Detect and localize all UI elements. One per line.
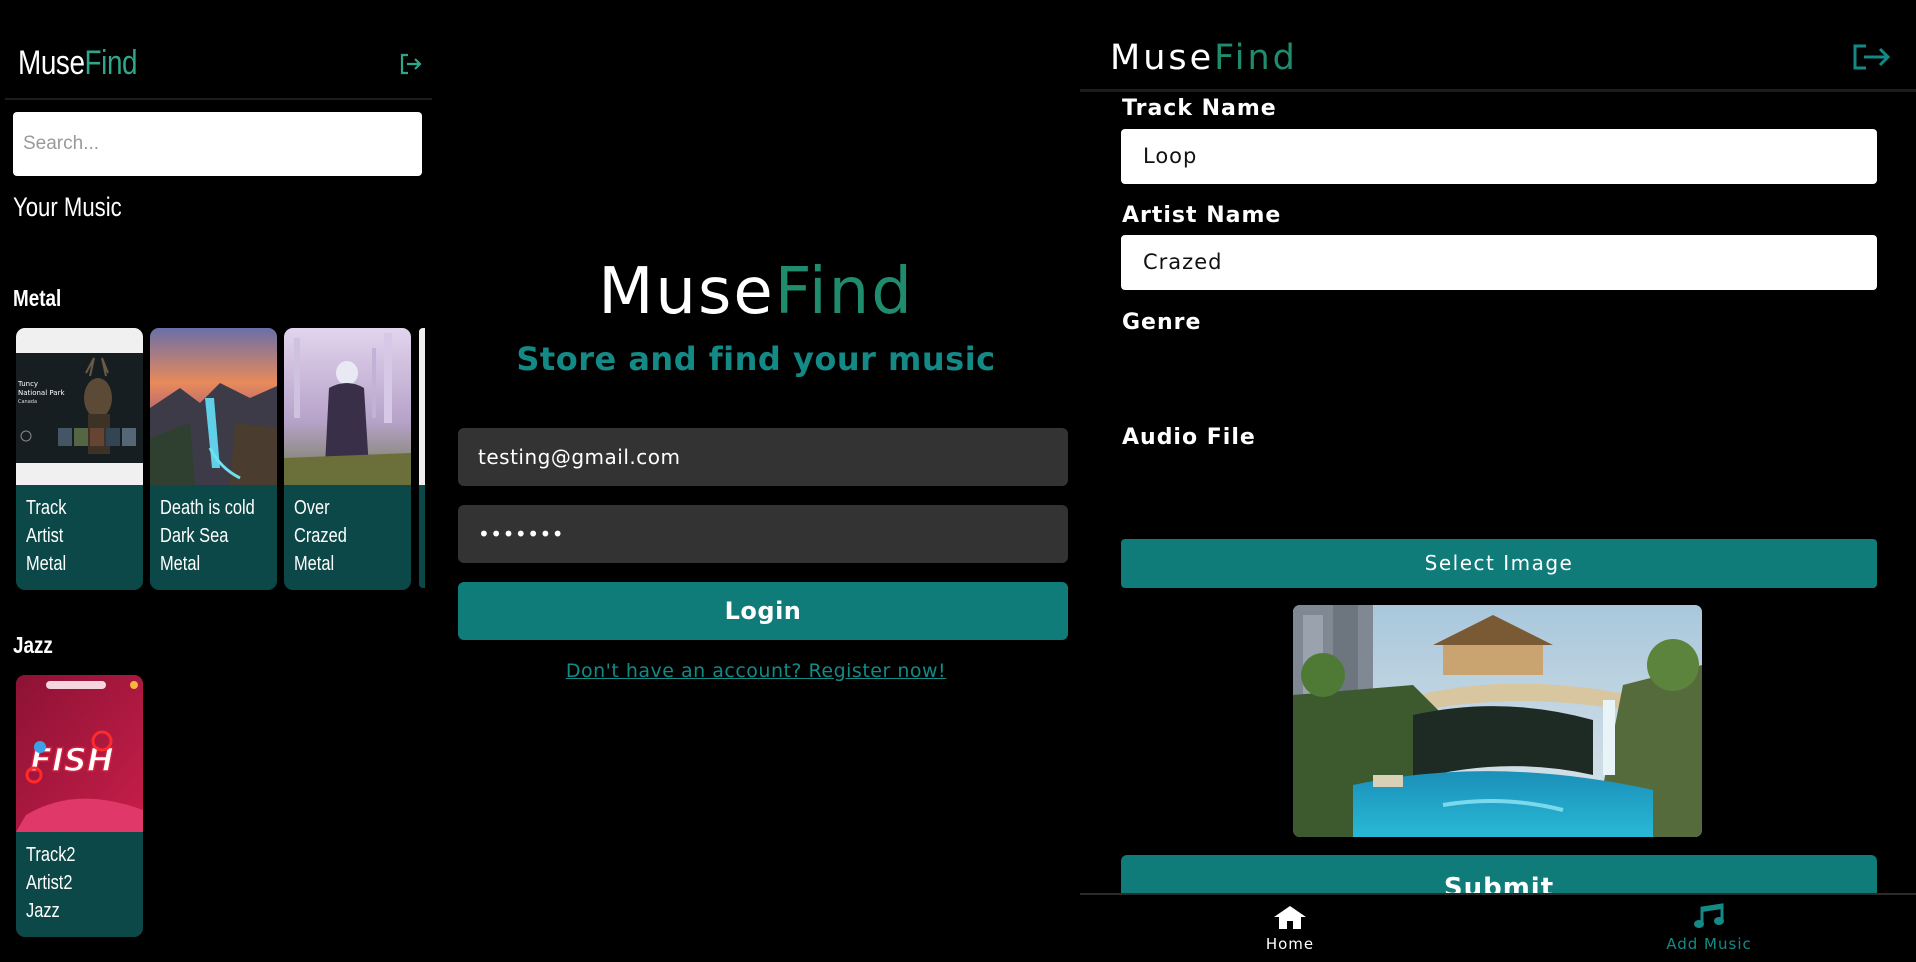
music-note-icon	[1694, 903, 1724, 928]
nav-add-music-label: Add Music	[1666, 935, 1752, 953]
logout-icon[interactable]	[1850, 42, 1894, 72]
track-name: Track2	[26, 844, 76, 866]
track-card[interactable]: FISH Track2 Artist2 Jazz	[16, 675, 143, 937]
section-title: Your Music	[13, 192, 122, 222]
track-card[interactable]: Death is cold Dark Sea Metal	[150, 328, 277, 590]
svg-text:Canada: Canada	[18, 399, 37, 405]
track-info: Death is cold Dark Sea Metal	[160, 494, 255, 578]
track-card[interactable]: Tuncy National Park Canada Track Artist …	[16, 328, 143, 590]
logout-icon[interactable]	[396, 50, 424, 78]
app-logo: MuseFind	[598, 255, 914, 329]
track-genre: Jazz	[26, 900, 60, 922]
header-divider	[5, 98, 432, 100]
artist-name-label: Artist Name	[1122, 203, 1282, 228]
track-genre: Metal	[26, 553, 67, 575]
track-name-label: Track Name	[1122, 96, 1277, 121]
track-name-input[interactable]: Loop	[1121, 129, 1877, 184]
artist-name: Dark Sea	[160, 525, 229, 547]
search-input[interactable]	[13, 112, 422, 176]
genre-heading-metal: Metal	[13, 285, 62, 311]
svg-text:National Park: National Park	[18, 389, 65, 397]
nav-home-label: Home	[1265, 935, 1315, 953]
artist-name: Artist2	[26, 872, 73, 894]
genre-heading-jazz: Jazz	[13, 632, 53, 658]
album-art	[150, 328, 277, 485]
svg-text:Tuncy: Tuncy	[17, 380, 38, 388]
track-info: Track2 Artist2 Jazz	[26, 841, 76, 925]
password-field[interactable]: •••••••	[458, 505, 1068, 563]
track-name: Over	[294, 497, 330, 519]
track-genre: Metal	[160, 553, 201, 575]
login-button[interactable]: Login	[458, 582, 1068, 640]
audio-file-label: Audio File	[1122, 425, 1256, 450]
email-field[interactable]: testing@gmail.com	[458, 428, 1068, 486]
track-name: Death is cold	[160, 497, 255, 519]
app-logo: MuseFind	[18, 44, 138, 82]
track-name: Track	[26, 497, 67, 519]
track-info: Over Crazed Metal	[294, 494, 347, 578]
browse-screen: MuseFind Your Music Metal Tuncy National…	[0, 0, 432, 962]
nav-add-music[interactable]: Add Music	[1649, 903, 1769, 953]
track-card[interactable]: Over Crazed Metal	[284, 328, 411, 590]
album-art	[284, 328, 411, 485]
track-card-partial[interactable]	[419, 328, 425, 588]
select-image-button[interactable]: Select Image	[1121, 539, 1877, 588]
artist-name: Crazed	[294, 525, 347, 547]
album-art: FISH	[16, 675, 143, 832]
genre-label: Genre	[1122, 310, 1202, 335]
track-genre: Metal	[294, 553, 335, 575]
album-art: Tuncy National Park Canada	[16, 328, 143, 485]
app-logo: MuseFind	[1110, 38, 1298, 78]
artist-name-input[interactable]: Crazed	[1121, 235, 1877, 290]
add-music-screen: MuseFind Track Name Loop Artist Name Cra…	[1080, 0, 1916, 962]
artist-name: Artist	[26, 525, 64, 547]
bottom-nav: Home Add Music	[1080, 893, 1916, 962]
login-screen: MuseFind Store and find your music testi…	[432, 0, 1080, 962]
tagline: Store and find your music	[516, 340, 996, 378]
home-icon	[1274, 906, 1306, 929]
preview-image	[1293, 605, 1702, 837]
register-link[interactable]: Don't have an account? Register now!	[432, 660, 1080, 682]
track-info: Track Artist Metal	[26, 494, 66, 578]
nav-home[interactable]: Home	[1230, 903, 1350, 953]
header-divider	[1080, 89, 1916, 92]
